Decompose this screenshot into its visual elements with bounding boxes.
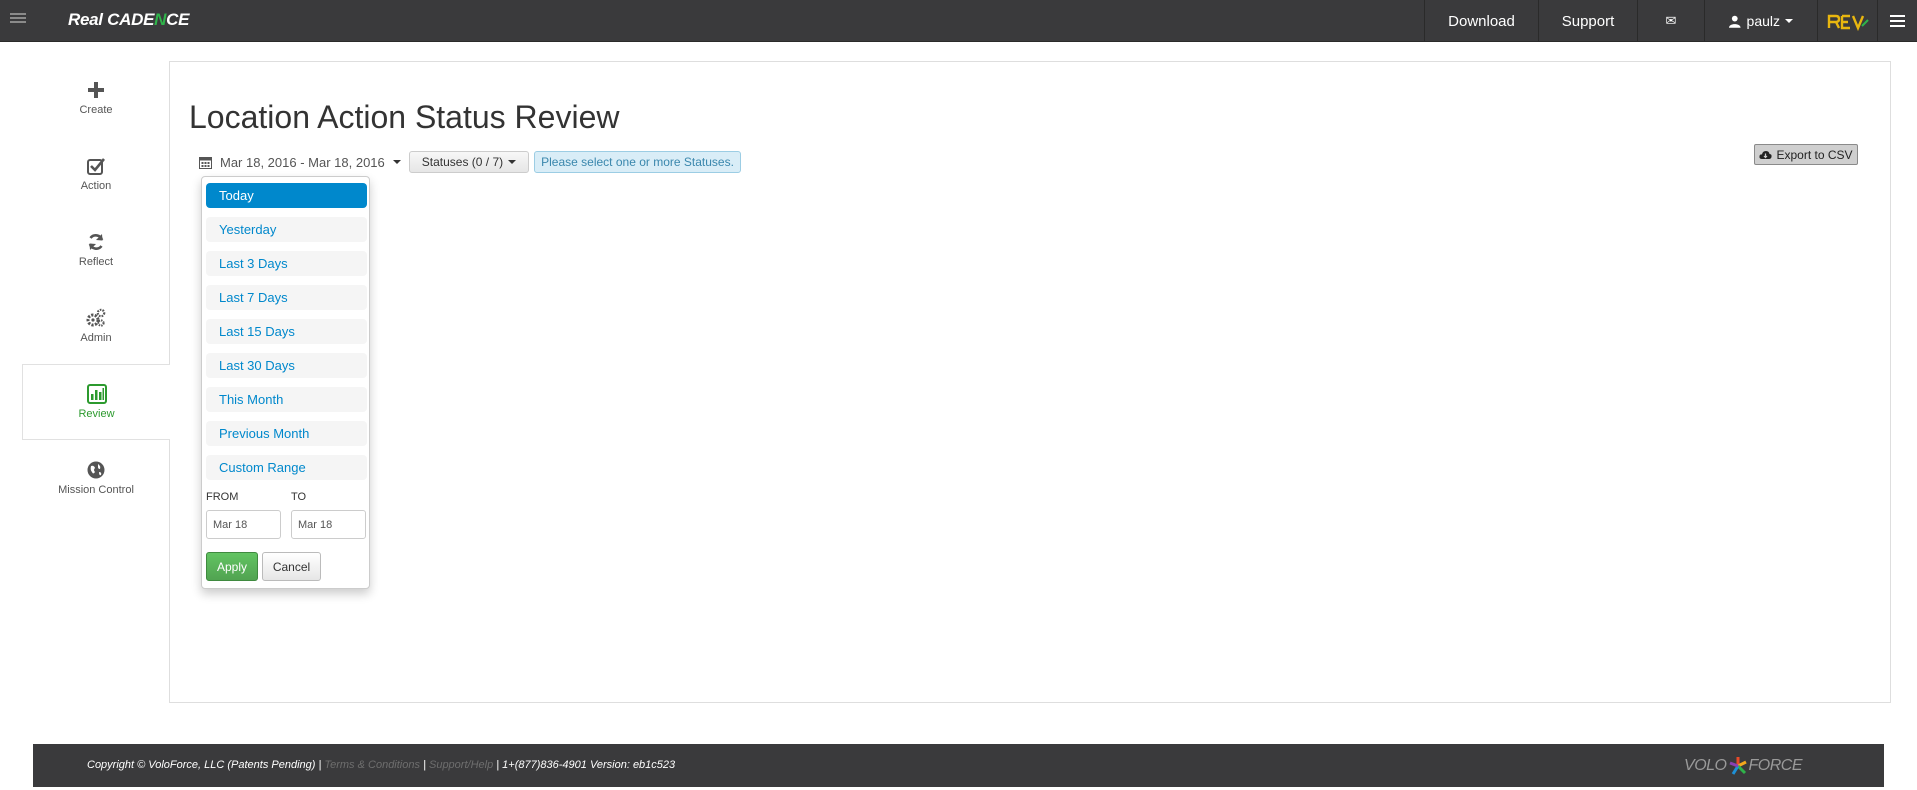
left-menu-icon[interactable] (10, 11, 26, 27)
brand-logo[interactable]: Real CADENCE (68, 10, 189, 30)
sidebar-item-review[interactable]: Review (22, 364, 170, 440)
statuses-dropdown-button[interactable]: Statuses (0 / 7) (408, 151, 530, 173)
range-option-last-3-days[interactable]: Last 3 Days (206, 251, 367, 276)
voloforce-star-icon (1728, 757, 1747, 775)
sidebar-item-mission-control[interactable]: Mission Control (22, 440, 170, 516)
statuses-alert: Please select one or more Statuses. (534, 151, 741, 173)
to-date-input[interactable]: Mar 18 (291, 510, 366, 539)
download-link[interactable]: Download (1424, 0, 1538, 42)
cancel-button[interactable]: Cancel (262, 552, 321, 581)
rev-logo-icon (1825, 11, 1870, 31)
main-menu-icon[interactable] (1877, 0, 1917, 42)
range-option-yesterday[interactable]: Yesterday (206, 217, 367, 242)
to-label: TO (291, 491, 307, 503)
support-help-link[interactable]: Support/Help (429, 759, 493, 771)
user-menu[interactable]: paulz (1704, 0, 1817, 42)
refresh-icon (88, 234, 104, 250)
range-option-custom-range[interactable]: Custom Range (206, 455, 367, 480)
range-option-last-7-days[interactable]: Last 7 Days (206, 285, 367, 310)
range-option-this-month[interactable]: This Month (206, 387, 367, 412)
calendar-icon (199, 156, 212, 169)
bar-chart-icon (86, 384, 107, 404)
footer-text: Copyright © VoloForce, LLC (Patents Pend… (87, 759, 676, 771)
chevron-down-icon (392, 160, 401, 164)
page-title: Location Action Status Review (189, 99, 620, 135)
date-range-dropdown: Today Yesterday Last 3 Days Last 7 Days … (201, 176, 370, 589)
date-range-picker[interactable]: Mar 18, 2016 - Mar 18, 2016 (199, 155, 401, 170)
apply-button[interactable]: Apply (206, 552, 258, 581)
terms-link[interactable]: Terms & Conditions (324, 759, 420, 771)
sidebar-item-admin[interactable]: Admin (22, 288, 170, 364)
sidebar-item-create[interactable]: Create (22, 60, 170, 136)
user-icon (1729, 15, 1741, 28)
range-option-previous-month[interactable]: Previous Month (206, 421, 367, 446)
from-label: FROM (206, 491, 239, 503)
from-date-input[interactable]: Mar 18 (206, 510, 281, 539)
gears-icon (86, 308, 106, 327)
cloud-download-icon (1759, 151, 1773, 159)
username: paulz (1746, 13, 1780, 29)
globe-icon (87, 461, 105, 479)
rev-logo[interactable] (1817, 0, 1877, 42)
sidebar-item-action[interactable]: Action (22, 136, 170, 212)
navbar-right: Download Support ✉ paulz (1424, 0, 1917, 42)
sidebar-item-reflect[interactable]: Reflect (22, 212, 170, 288)
chevron-down-icon (1785, 19, 1793, 23)
mail-icon[interactable]: ✉ (1637, 0, 1704, 42)
date-range-text: Mar 18, 2016 - Mar 18, 2016 (220, 154, 385, 170)
footer: Copyright © VoloForce, LLC (Patents Pend… (33, 744, 1884, 787)
range-option-today[interactable]: Today (206, 183, 367, 208)
plus-icon (88, 82, 104, 98)
date-range-options: Today Yesterday Last 3 Days Last 7 Days … (206, 183, 367, 489)
chevron-down-icon (508, 160, 517, 164)
range-option-last-15-days[interactable]: Last 15 Days (206, 319, 367, 344)
voloforce-logo: VOLO FORCE (1684, 757, 1802, 775)
filter-toolbar: Mar 18, 2016 - Mar 18, 2016 Statuses (0 … (199, 150, 741, 174)
support-link[interactable]: Support (1538, 0, 1637, 42)
sidebar: Create Action Reflect Admin Review Missi… (22, 60, 170, 516)
check-square-icon (87, 158, 106, 175)
export-csv-button[interactable]: Export to CSV (1754, 144, 1858, 165)
top-navbar: Real CADENCE Download Support ✉ paulz (0, 0, 1917, 42)
range-option-last-30-days[interactable]: Last 30 Days (206, 353, 367, 378)
